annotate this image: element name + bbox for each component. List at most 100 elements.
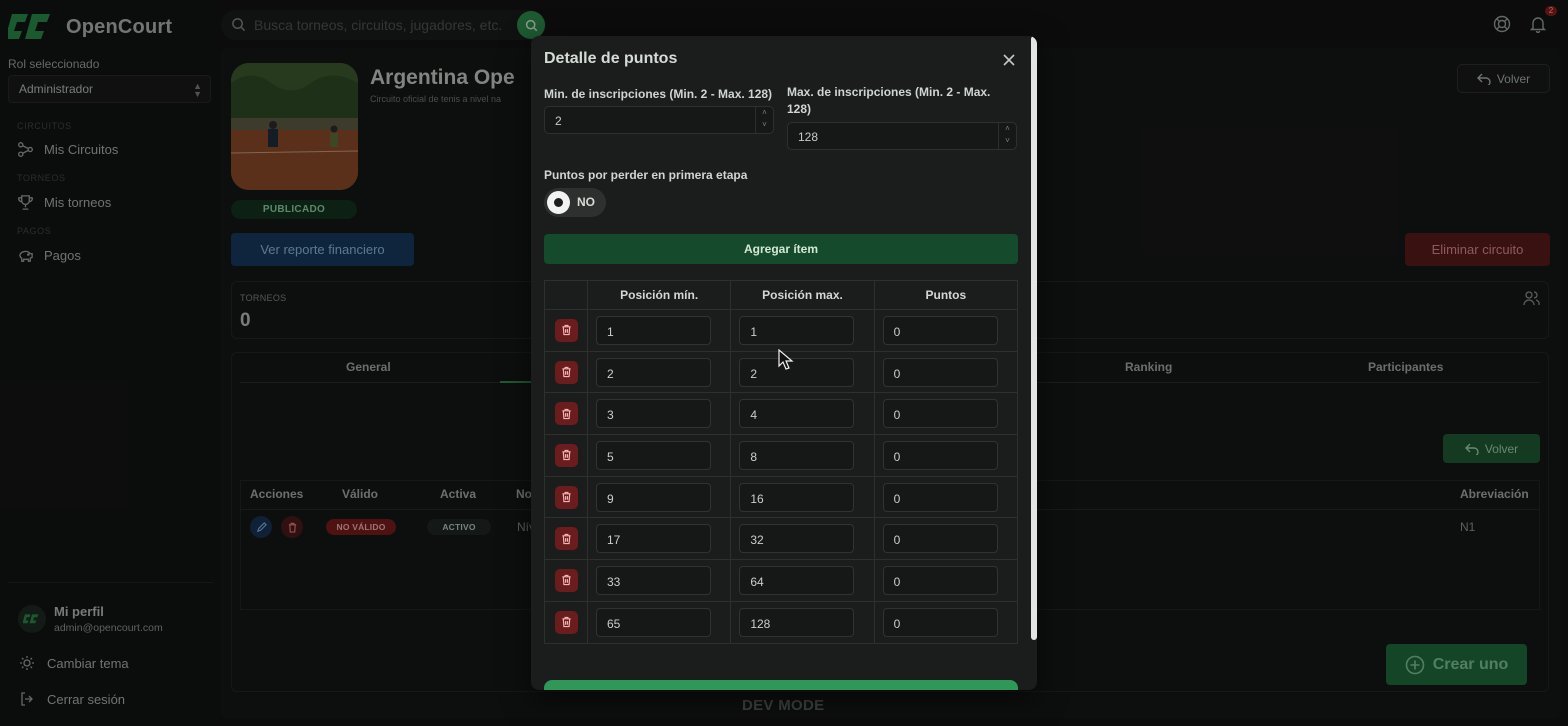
min-position-input[interactable]: 9: [596, 482, 711, 512]
points-cell: 0: [873, 517, 1019, 561]
min-position-input[interactable]: 33: [596, 565, 711, 595]
row-actions-cell: [544, 434, 588, 477]
points-input[interactable]: 0: [882, 440, 998, 470]
row-actions-cell: [544, 600, 588, 644]
min-position-input[interactable]: 65: [596, 607, 711, 637]
points-input[interactable]: 0: [882, 399, 998, 429]
table-row: 17 32 0: [544, 517, 1019, 561]
max-position-cell: 1: [730, 309, 875, 352]
delete-row-button[interactable]: [554, 527, 578, 551]
max-position-input[interactable]: 128: [739, 607, 855, 637]
min-registrations-input[interactable]: 2 ˄ ˅: [544, 106, 774, 134]
points-input[interactable]: 0: [882, 565, 998, 595]
spinner-icon[interactable]: ˄ ˅: [755, 107, 773, 133]
points-table: Posición mín. Posición max. Puntos 11022…: [544, 280, 1019, 644]
delete-row-button[interactable]: [554, 318, 578, 342]
trash-icon: [561, 450, 571, 461]
toggle-knob: [547, 191, 570, 214]
save-button[interactable]: [544, 680, 1018, 690]
max-registrations-label: Max. de inscripciones (Min. 2 - Max. 128…: [787, 85, 991, 116]
max-position-input[interactable]: 4: [739, 399, 855, 429]
min-position-cell: 2: [586, 350, 732, 394]
min-position-cell: 65: [586, 600, 732, 644]
table-row: 33 64 0: [544, 559, 1019, 602]
max-position-input[interactable]: 8: [739, 440, 855, 470]
trash-icon: [561, 533, 571, 544]
max-position-input[interactable]: 2: [739, 357, 855, 387]
row-actions-cell: [544, 392, 588, 436]
spinner-icon[interactable]: ˄ ˅: [998, 123, 1016, 149]
min-position-cell: 1: [586, 309, 732, 352]
trash-icon: [561, 616, 571, 628]
table-row: 110: [544, 309, 1019, 352]
points-cell: 0: [873, 350, 1019, 394]
modal-scrollbar[interactable]: [1031, 36, 1037, 640]
delete-row-button[interactable]: [554, 610, 578, 634]
table-row: 65 128 0: [544, 600, 1019, 644]
trash-icon: [561, 366, 571, 378]
mouse-cursor-icon: [778, 349, 794, 370]
points-table-header: Posición mín. Posición max. Puntos: [544, 280, 1019, 310]
min-position-cell: 5: [586, 434, 732, 477]
min-position-input[interactable]: 5: [596, 440, 711, 470]
modal-title: Detalle de puntos: [544, 50, 678, 67]
min-registrations-value: 2: [555, 114, 562, 128]
delete-row-button[interactable]: [554, 568, 578, 592]
row-actions-cell: [544, 475, 588, 519]
table-row: 580: [544, 434, 1019, 477]
min-registrations-label: Min. de inscripciones (Min. 2 - Max. 128…: [544, 87, 773, 101]
max-position-cell: 16: [730, 475, 875, 519]
delete-row-button[interactable]: [554, 402, 578, 426]
max-position-cell: 128: [730, 600, 875, 644]
min-position-cell: 17: [586, 517, 732, 561]
toggle-state-label: NO: [577, 195, 595, 209]
points-cell: 0: [873, 475, 1019, 519]
lose-first-stage-toggle[interactable]: NO: [544, 188, 606, 217]
points-cell: 0: [873, 434, 1019, 477]
lose-first-stage-label: Puntos por perder en primera etapa: [544, 168, 748, 182]
delete-row-button[interactable]: [554, 360, 578, 384]
points-input[interactable]: 0: [882, 315, 998, 345]
trash-icon: [561, 325, 571, 336]
add-item-button[interactable]: Agregar ítem: [544, 234, 1018, 264]
column-header-max-position: Posición max.: [730, 280, 875, 310]
max-position-cell: 32: [730, 517, 875, 561]
row-actions-cell: [544, 517, 588, 561]
max-position-cell: 8: [730, 434, 875, 477]
column-header-points: Puntos: [873, 280, 1019, 310]
max-registrations-value: 128: [798, 130, 819, 144]
max-position-input[interactable]: 64: [739, 565, 855, 595]
points-input[interactable]: 0: [882, 607, 998, 637]
min-position-input[interactable]: 3: [596, 399, 711, 429]
table-row: 340: [544, 392, 1019, 436]
max-position-input[interactable]: 1: [739, 315, 855, 345]
delete-row-button[interactable]: [554, 485, 578, 509]
max-position-input[interactable]: 32: [739, 524, 855, 554]
close-icon[interactable]: [1001, 52, 1017, 68]
min-position-input[interactable]: 17: [596, 524, 711, 554]
table-row: 9 16 0: [544, 475, 1019, 519]
trash-icon: [561, 408, 571, 419]
max-position-cell: 64: [730, 559, 875, 602]
points-input[interactable]: 0: [882, 357, 998, 387]
max-position-cell: 4: [730, 392, 875, 436]
delete-row-button[interactable]: [554, 443, 578, 467]
points-cell: 0: [873, 392, 1019, 436]
points-cell: 0: [873, 600, 1019, 644]
trash-icon: [561, 575, 571, 586]
max-position-input[interactable]: 16: [739, 482, 855, 512]
min-position-cell: 9: [586, 475, 732, 519]
trash-icon: [561, 491, 571, 503]
points-input[interactable]: 0: [882, 482, 998, 512]
points-input[interactable]: 0: [882, 524, 998, 554]
min-position-cell: 33: [586, 559, 732, 602]
row-actions-cell: [544, 350, 588, 394]
max-position-cell: 2: [730, 350, 875, 394]
points-cell: 0: [873, 559, 1019, 602]
min-position-input[interactable]: 2: [596, 357, 711, 387]
max-registrations-input[interactable]: 128 ˄ ˅: [787, 122, 1017, 150]
row-actions-cell: [544, 309, 588, 352]
min-position-input[interactable]: 1: [596, 315, 711, 345]
points-cell: 0: [873, 309, 1019, 352]
min-position-cell: 3: [586, 392, 732, 436]
